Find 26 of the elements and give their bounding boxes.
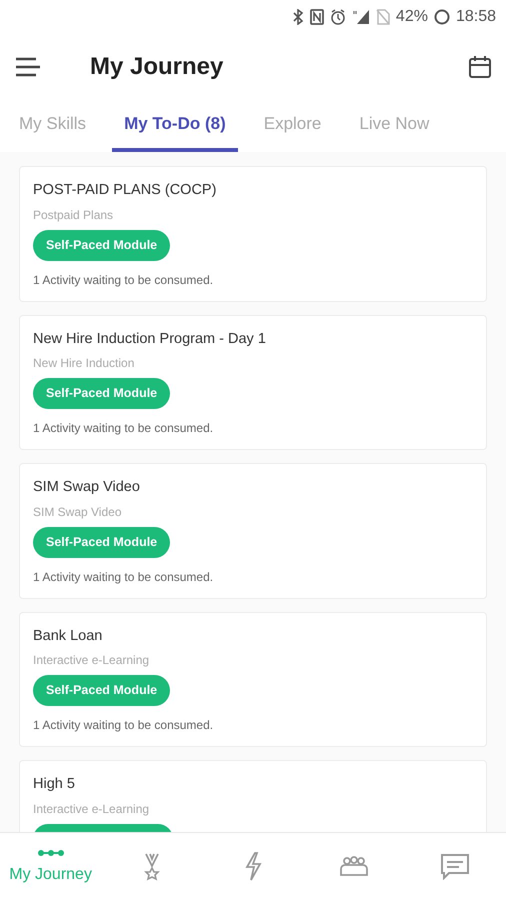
activity-note: 1 Activity waiting to be consumed. [33,420,214,437]
course-card[interactable]: High 5 Interactive e-Learning [19,760,487,832]
course-category: SIM Swap Video [33,504,122,521]
module-tag: Self-Paced Module [33,526,170,558]
course-title: New Hire Induction Program - Day 1 [33,330,267,348]
activity-note: 1 Activity waiting to be consumed. [33,717,214,734]
module-tag: Self-Paced Module [33,675,170,706]
course-category: Interactive e-Learning [33,800,150,818]
module-tag: Self-Paced Module [33,378,170,409]
course-category: New Hire Induction [33,355,136,372]
module-tag: Self-Paced Module [33,230,170,260]
course-title: SIM Swap Video [33,478,141,497]
clock-time: 18:58 [456,7,496,27]
battery-percent: 42% [396,7,428,27]
course-card[interactable]: SIM Swap Video SIM Swap Video Self-Paced Module 1 Activity waiting to be consumed. [19,463,487,598]
activity-note: 1 Activity waiting to be consumed. [33,272,214,288]
activity-note: 1 Activity waiting to be consumed. [33,568,214,586]
page-title: My Journey [90,52,224,82]
course-category: Postpaid Plans [33,206,114,224]
course-category: Interactive e-Learning [33,652,150,670]
course-title: High 5 [33,775,76,794]
course-card[interactable]: New Hire Induction Program - Day 1 New Hire Induction Self-Paced Module 1 Activity waiting to be consumed. [19,314,487,450]
course-card[interactable]: POST-PAID PLANS (COCP) Postpaid Plans Self-Paced Module 1 Activity waiting to be consumed. [19,166,487,302]
course-title: Bank Loan [33,626,104,646]
course-card[interactable]: Bank Loan Interactive e-Learning Self-Paced Module 1 Activity waiting to be consumed. [19,612,487,747]
course-title: POST-PAID PLANS (COCP) [33,181,218,200]
